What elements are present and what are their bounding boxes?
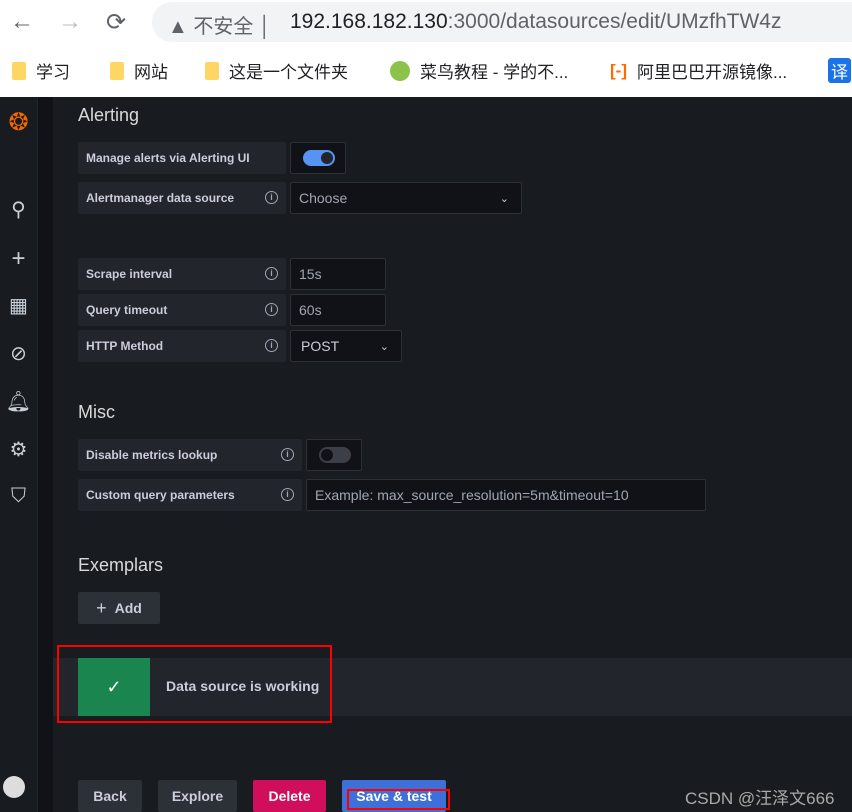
gear-icon[interactable]: ⚙ [0,437,37,462]
query-timeout-input[interactable]: 60s [290,294,386,326]
plus-icon: + [96,597,107,618]
http-method-select[interactable]: POST ⌄ [290,330,402,362]
add-exemplar-button[interactable]: + Add [78,592,160,624]
http-method-label: HTTP Method i [78,330,286,362]
back-button[interactable]: Back [78,780,142,812]
highlight-box [347,789,450,810]
manage-alerts-toggle[interactable] [303,150,335,166]
alertmanager-label: Alertmanager data source i [78,182,286,214]
custom-query-label: Custom query parameters i [78,479,302,511]
grafana-logo[interactable]: ❂ [0,108,37,137]
bell-icon[interactable]: 🔔︎ [0,389,37,414]
sidebar-divider [37,97,53,812]
folder-icon [12,61,26,80]
scrape-interval-label: Scrape interval i [78,258,286,290]
bookmark[interactable]: [-] 阿里巴巴开源镜像... [610,58,787,83]
info-icon[interactable]: i [281,488,294,501]
aliyun-icon: [-] [610,60,627,80]
runoob-icon [390,60,410,81]
explore-button[interactable]: Explore [158,780,237,812]
info-icon[interactable]: i [265,267,278,280]
scrape-interval-input[interactable]: 15s [290,258,386,290]
bookmark[interactable]: 网站 [110,58,168,83]
search-icon[interactable]: ⚲ [0,197,37,222]
browser-chrome: ← → ⟳ ▲ 不安全 │ 192.168.182.130:3000/datas… [0,0,852,97]
delete-button[interactable]: Delete [253,780,326,812]
disable-metrics-toggle-box [306,439,362,471]
info-icon[interactable]: i [281,448,294,461]
folder-icon [205,61,219,80]
bookmark[interactable]: 学习 [12,58,70,83]
chevron-down-icon: ⌄ [379,340,389,353]
reload-icon[interactable]: ⟳ [106,8,126,37]
url-text[interactable]: 192.168.182.130:3000/datasources/edit/UM… [290,10,781,34]
shield-icon[interactable]: ⛉ [0,485,37,508]
plus-icon[interactable]: + [0,245,37,273]
section-title-exemplars: Exemplars [78,555,164,575]
alertmanager-select[interactable]: Choose ⌄ [290,182,522,214]
custom-query-input[interactable]: Example: max_source_resolution=5m&timeou… [306,479,706,511]
disable-metrics-label: Disable metrics lookup i [78,439,302,471]
manage-alerts-toggle-box [290,142,346,174]
forward-arrow-icon[interactable]: → [58,8,82,36]
disable-metrics-toggle[interactable] [319,447,351,463]
manage-alerts-label: Manage alerts via Alerting UI [78,142,286,174]
insecure-indicator[interactable]: ▲ 不安全 │ [168,10,271,39]
back-arrow-icon[interactable]: ← [10,8,34,36]
info-icon[interactable]: i [265,303,278,316]
chevron-down-icon: ⌄ [499,192,509,205]
info-icon[interactable]: i [265,339,278,352]
translate-bookmark[interactable]: 译 [828,58,851,83]
section-title-alerting: Alerting [78,105,140,125]
avatar[interactable] [3,776,25,798]
bookmark[interactable]: 这是一个文件夹 [205,58,348,83]
highlight-box [57,645,332,723]
watermark: CSDN @汪泽文666 [685,789,835,808]
info-icon[interactable]: i [265,191,278,204]
folder-icon [110,61,124,80]
bookmark[interactable]: 菜鸟教程 - 学的不... [390,58,568,83]
section-title-misc: Misc [78,402,115,422]
query-timeout-label: Query timeout i [78,294,286,326]
dashboards-icon[interactable]: ▦ [0,293,37,318]
explore-icon[interactable]: ⊘ [0,341,37,366]
